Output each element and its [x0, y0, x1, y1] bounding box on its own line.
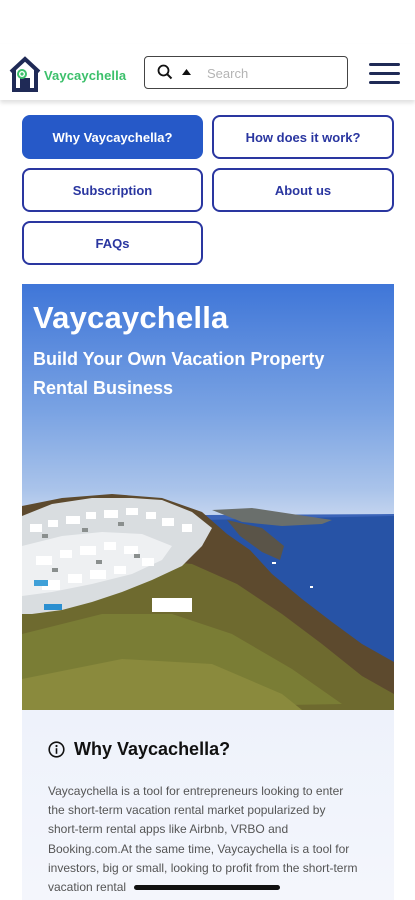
home-indicator[interactable] [134, 885, 280, 890]
info-circle-icon [48, 741, 65, 758]
hero-subtitle: Build Your Own Vacation Property Rental … [33, 349, 325, 398]
search-box[interactable] [144, 56, 348, 89]
hamburger-menu-icon[interactable] [369, 60, 401, 86]
section-body: Vaycaychella is a tool for entrepreneurs… [48, 784, 358, 895]
how-it-works-button[interactable]: How does it work? [212, 115, 394, 159]
caret-up-icon[interactable] [182, 69, 191, 75]
about-us-button[interactable]: About us [212, 168, 394, 212]
why-vaycachella-section: Why Vaycachella? Vaycaychella is a tool … [22, 710, 394, 900]
faqs-button[interactable]: FAQs [22, 221, 203, 265]
magnifier-icon[interactable] [157, 64, 173, 80]
section-title: Why Vaycachella? [74, 739, 231, 759]
search-input[interactable] [207, 63, 337, 83]
brand-logo[interactable]: Vaycaychella [8, 54, 138, 94]
hero-banner: Vaycaychella Build Your Own Vacation Pro… [22, 284, 394, 710]
app-screen: Vaycaychella Why Vaycaychella? How does … [0, 0, 415, 900]
house-logo-icon [9, 56, 41, 92]
logo-text: Vaycaychella [44, 68, 127, 83]
subscription-button[interactable]: Subscription [22, 168, 203, 212]
top-header: Vaycaychella [0, 44, 415, 100]
why-vaycaychella-button[interactable]: Why Vaycaychella? [22, 115, 203, 159]
hero-title: Vaycaychella [33, 300, 229, 335]
